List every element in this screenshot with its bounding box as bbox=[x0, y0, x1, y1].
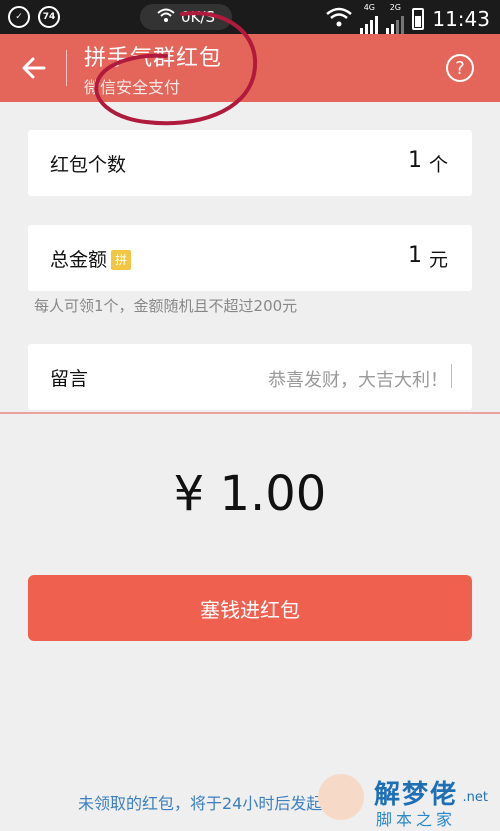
message-placeholder: 恭喜发财，大吉大利！ bbox=[268, 370, 448, 391]
help-label: ? bbox=[455, 57, 465, 79]
total-amount-unit: 元 bbox=[428, 249, 448, 271]
page-subtitle: 微信安全支付 bbox=[84, 78, 181, 97]
packet-count-label: 红包个数 bbox=[50, 154, 127, 176]
network-type-4g: 4G bbox=[363, 3, 375, 12]
packet-count-field[interactable]: 红包个数 1 个 bbox=[28, 130, 472, 196]
watermark-domain: .net bbox=[462, 790, 488, 805]
status-time: 11:43 bbox=[432, 7, 490, 31]
network-type-2g: 2G bbox=[389, 3, 401, 12]
total-amount-field[interactable]: 总金额拼 1 元 bbox=[28, 225, 472, 291]
send-packet-button-label: 塞钱进红包 bbox=[200, 597, 300, 622]
notification-count: 74 bbox=[42, 12, 56, 22]
text-caret bbox=[451, 364, 452, 388]
status-left-icons: ✓ 74 bbox=[8, 6, 60, 28]
mascot-icon bbox=[318, 774, 364, 820]
check-shield-icon: ✓ bbox=[8, 6, 30, 28]
site-watermark: 解梦佬 .net 脚本之家 bbox=[316, 770, 494, 829]
total-amount-value: 1 bbox=[408, 243, 422, 268]
network-speed: 0K/S bbox=[181, 8, 215, 26]
amount-hint: 每人可领1个，金额随机且不超过200元 bbox=[34, 297, 298, 315]
signal-4g-icon: 4G bbox=[360, 3, 379, 34]
packet-count-value: 1 bbox=[408, 148, 422, 173]
notification-count-icon: 74 bbox=[38, 6, 60, 28]
message-label: 留言 bbox=[50, 368, 89, 390]
status-right-icons: 4G 2G 11:43 bbox=[326, 4, 490, 34]
random-badge: 拼 bbox=[111, 250, 132, 270]
signal-2g-icon: 2G bbox=[386, 3, 405, 34]
battery-icon bbox=[412, 8, 425, 30]
wifi-icon bbox=[157, 8, 175, 26]
page-title: 拼手气群红包 bbox=[84, 46, 223, 71]
packet-count-unit: 个 bbox=[428, 154, 448, 176]
wifi-icon bbox=[326, 7, 353, 31]
total-amount-display: ¥ 1.00 bbox=[173, 466, 327, 522]
app-header: 拼手气群红包 微信安全支付 ? bbox=[0, 34, 500, 102]
total-amount-label: 总金额 bbox=[50, 249, 108, 271]
back-arrow-icon[interactable] bbox=[16, 52, 52, 84]
refund-note: 未领取的红包，将于24小时后发起 bbox=[78, 794, 323, 813]
send-packet-button[interactable]: 塞钱进红包 bbox=[28, 575, 472, 641]
help-icon[interactable]: ? bbox=[446, 54, 474, 82]
status-bar: ✓ 74 0K/S 4G 2G 11:43 bbox=[0, 0, 500, 34]
watermark-sub: 脚本之家 bbox=[376, 810, 457, 829]
header-divider bbox=[66, 50, 67, 86]
total-amount-label-wrap: 总金额拼 bbox=[50, 245, 132, 272]
network-speed-pill: 0K/S bbox=[140, 4, 232, 30]
divider-line bbox=[0, 412, 500, 414]
message-field[interactable]: 留言 恭喜发财，大吉大利！ bbox=[28, 344, 472, 410]
